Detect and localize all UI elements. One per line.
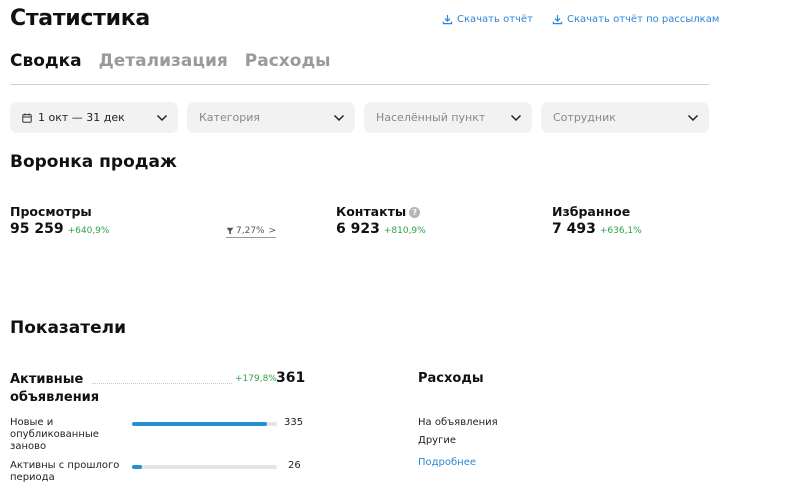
favorites-value: 7 493: [552, 221, 596, 237]
category-select[interactable]: Категория: [187, 102, 355, 133]
conversion-value: 7,27%: [236, 226, 265, 236]
download-mailing-report-link[interactable]: Скачать отчёт по рассылкам: [552, 14, 719, 25]
calendar-icon: [22, 113, 32, 123]
indicators-title: Показатели: [10, 318, 127, 338]
download-report-label: Скачать отчёт: [457, 14, 533, 25]
employee-placeholder: Сотрудник: [553, 111, 616, 124]
funnel-views: Просмотры 95 259 +640,9%: [10, 204, 109, 237]
employee-select[interactable]: Сотрудник: [541, 102, 709, 133]
favorites-delta: +636,1%: [599, 226, 642, 236]
previous-ads-label: Активны с прошлого периода: [10, 460, 120, 483]
page-title: Статистика: [10, 6, 150, 31]
previous-ads-value: 26: [288, 460, 301, 471]
chevron-down-icon: [156, 114, 168, 121]
contacts-value: 6 923: [336, 221, 380, 237]
contacts-delta: +810,9%: [383, 226, 426, 236]
chevron-down-icon: [510, 114, 522, 121]
funnel-title: Воронка продаж: [10, 152, 177, 172]
views-value: 95 259: [10, 221, 64, 237]
filters-row: 1 окт — 31 дек Категория Населённый пунк…: [10, 102, 718, 133]
chevron-down-icon: [687, 114, 699, 121]
new-ads-value: 335: [284, 417, 304, 428]
contacts-label: Контакты: [336, 204, 407, 219]
download-icon: [442, 14, 453, 25]
new-ads-bar-fill: [132, 422, 267, 426]
funnel-icon: [226, 227, 234, 235]
expenses-item-ads: На объявления: [418, 417, 498, 428]
city-placeholder: Населённый пункт: [376, 111, 486, 124]
city-select[interactable]: Населённый пункт: [364, 102, 532, 133]
expenses-item-other: Другие: [418, 435, 456, 446]
views-label: Просмотры: [10, 204, 92, 219]
period-value: 1 окт — 31 дек: [38, 111, 125, 124]
active-ads-value: 361: [276, 370, 306, 386]
period-select[interactable]: 1 окт — 31 дек: [10, 102, 178, 133]
funnel-contacts: Контакты? 6 923 +810,9%: [336, 204, 426, 237]
favorites-label: Избранное: [552, 204, 631, 219]
download-report-link[interactable]: Скачать отчёт: [442, 14, 533, 25]
new-ads-label: Новые и опубликованные заново: [10, 417, 99, 452]
active-ads-label: Активные объявления: [10, 372, 100, 405]
previous-ads-bar: [132, 465, 277, 469]
tab-expenses[interactable]: Расходы: [245, 50, 331, 84]
download-mailing-report-label: Скачать отчёт по рассылкам: [567, 14, 720, 25]
chevron-right-icon: >: [268, 226, 277, 236]
dotted-leader: [92, 383, 232, 384]
help-icon[interactable]: ?: [409, 207, 421, 218]
chevron-down-icon: [333, 114, 345, 121]
conversion-link[interactable]: 7,27% >: [226, 226, 277, 238]
tabs-bar: Сводка Детализация Расходы: [10, 50, 709, 85]
category-placeholder: Категория: [199, 111, 260, 124]
new-ads-bar: [132, 422, 277, 426]
more-link[interactable]: Подробнее: [418, 457, 476, 468]
tab-details[interactable]: Детализация: [99, 50, 228, 84]
active-ads-delta: +179,8%: [235, 374, 277, 384]
download-icon: [552, 14, 563, 25]
funnel-favorites: Избранное 7 493 +636,1%: [552, 204, 642, 237]
views-delta: +640,9%: [67, 226, 110, 236]
previous-ads-bar-fill: [132, 465, 143, 469]
expenses-title: Расходы: [418, 371, 484, 386]
tab-summary[interactable]: Сводка: [10, 50, 82, 84]
